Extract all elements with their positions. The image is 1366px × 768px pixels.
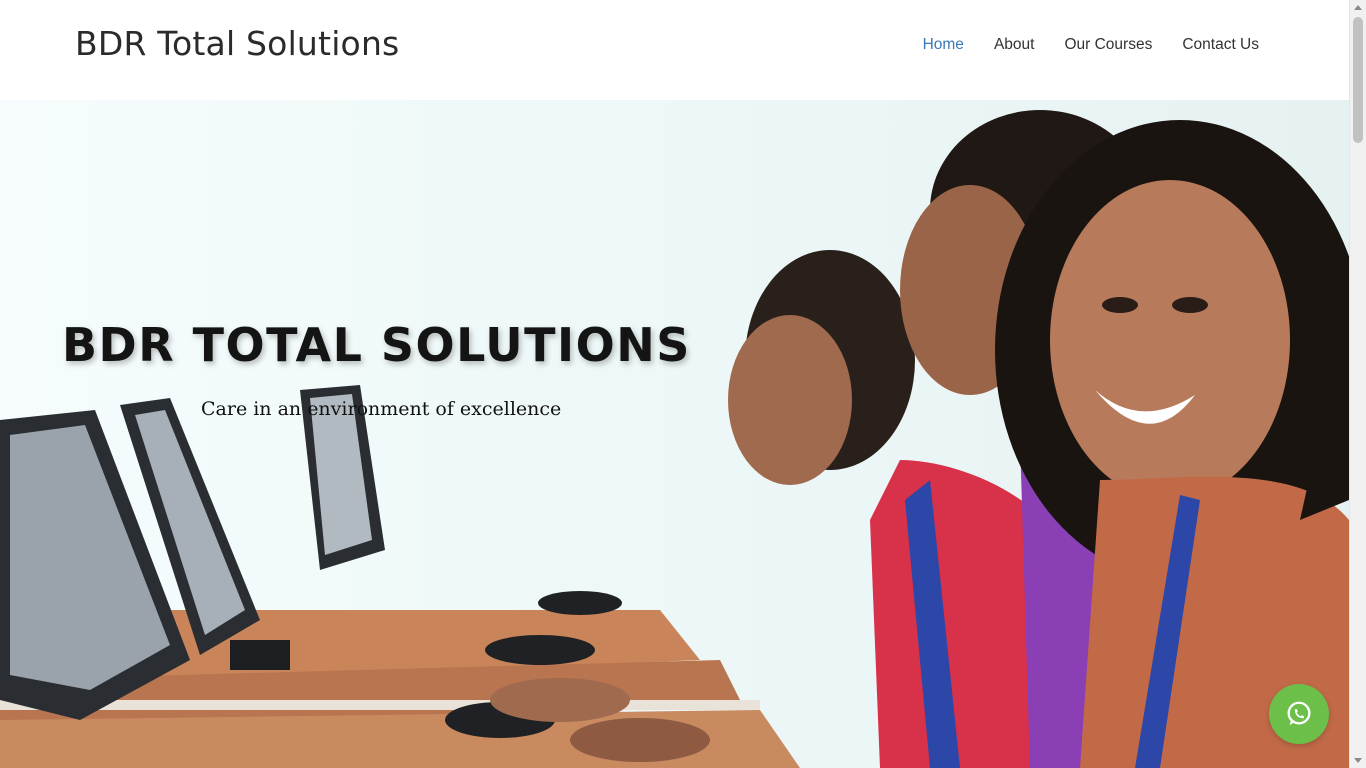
- site-header: BDR Total Solutions Home About Our Cours…: [0, 0, 1349, 100]
- hero-title: BDR TOTAL SOLUTIONS: [62, 318, 691, 372]
- nav-our-courses[interactable]: Our Courses: [1064, 36, 1152, 54]
- site-logo[interactable]: BDR Total Solutions: [75, 24, 399, 63]
- whatsapp-icon: [1287, 701, 1311, 726]
- nav-about[interactable]: About: [994, 36, 1035, 54]
- page-scrollbar[interactable]: [1349, 0, 1366, 768]
- scroll-down-arrow[interactable]: [1354, 758, 1362, 763]
- hero-subtitle: Care in an environment of excellence: [201, 398, 562, 420]
- whatsapp-button[interactable]: [1269, 684, 1329, 744]
- main-nav: Home About Our Courses Contact Us: [893, 36, 1259, 54]
- hero-photo: [0, 110, 1349, 768]
- hero-section: BDR TOTAL SOLUTIONS Care in an environme…: [0, 100, 1349, 768]
- nav-contact-us[interactable]: Contact Us: [1182, 36, 1259, 54]
- scroll-up-arrow[interactable]: [1354, 5, 1362, 10]
- nav-home[interactable]: Home: [923, 36, 964, 54]
- scroll-thumb[interactable]: [1353, 17, 1363, 143]
